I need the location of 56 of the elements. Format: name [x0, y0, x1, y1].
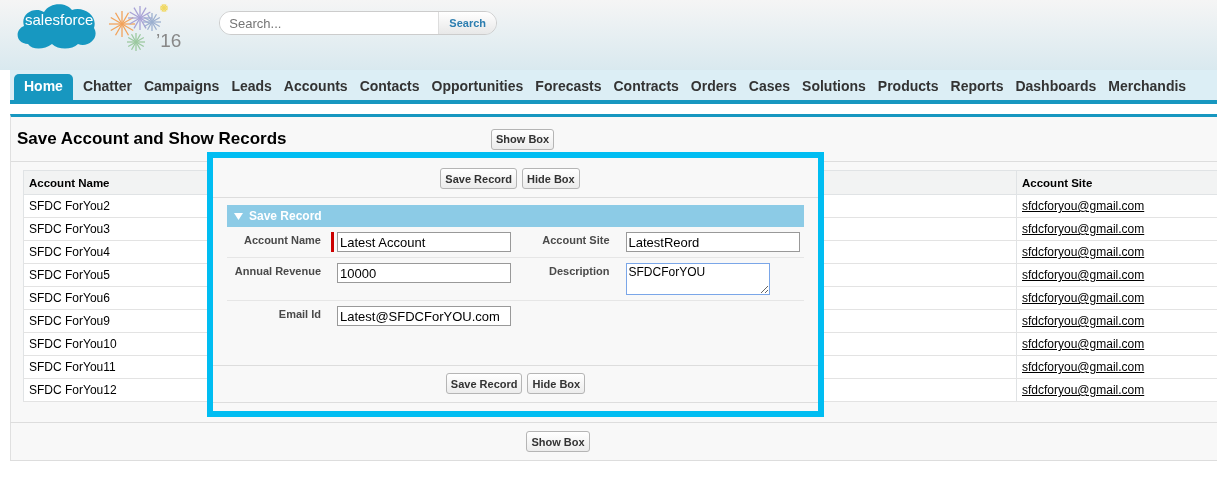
nav-tab[interactable]: Leads — [225, 74, 278, 100]
nav-tab[interactable]: Orders — [684, 74, 743, 100]
page-title: Save Account and Show Records — [17, 129, 288, 149]
email-link[interactable]: sfdcforyou@gmail.com — [1022, 314, 1145, 328]
input-field[interactable]: 10000 — [337, 263, 511, 283]
email-link[interactable]: sfdcforyou@gmail.com — [1022, 245, 1145, 259]
nav-tab[interactable]: Products — [871, 74, 945, 100]
table-cell: SFDC ForYou12 — [29, 383, 117, 397]
dialog-button[interactable]: Save Record — [445, 373, 523, 394]
email-link[interactable]: sfdcforyou@gmail.com — [1022, 222, 1145, 236]
field-label: Annual Revenue — [233, 264, 321, 277]
column-header: Account Site — [1016, 170, 1217, 195]
nav-tab[interactable]: Contacts — [353, 74, 426, 100]
input-field[interactable]: LatestReord — [625, 232, 800, 252]
input-field[interactable]: Latest Account — [337, 232, 511, 252]
field-label: Account Name — [242, 233, 321, 246]
dialog-button[interactable]: Hide Box — [522, 168, 580, 189]
email-link[interactable]: sfdcforyou@gmail.com — [1022, 360, 1145, 374]
column-header: Account Name — [23, 170, 206, 195]
nav-tab[interactable]: Contracts — [607, 74, 685, 100]
show-box-button[interactable]: Show Box — [491, 128, 555, 150]
nav-tab[interactable]: Cases — [742, 74, 797, 100]
input-field[interactable]: Latest@SFDCForYOU.com — [337, 306, 511, 326]
logo-text: salesforce — [25, 11, 94, 28]
nav-tab[interactable]: Chatter — [76, 74, 138, 100]
section-title: Save Record — [249, 209, 322, 223]
table-cell: SFDC ForYou5 — [29, 268, 110, 282]
table-cell: SFDC ForYou9 — [29, 314, 110, 328]
nav-tab[interactable]: Accounts — [277, 74, 354, 100]
table-cell: SFDC ForYou4 — [29, 245, 110, 259]
table-cell: SFDC ForYou6 — [29, 291, 110, 305]
nav-tab[interactable]: Forecasts — [529, 74, 608, 100]
show-box-button[interactable]: Show Box — [526, 431, 590, 452]
triangle-icon — [234, 212, 243, 220]
nav-tab[interactable]: Campaigns — [137, 74, 226, 100]
nav-tab[interactable]: Merchandis — [1102, 74, 1193, 100]
text-area[interactable]: SFDCForYOU — [625, 263, 770, 295]
dialog-button[interactable]: Save Record — [440, 168, 517, 189]
nav-tab[interactable]: Dashboards — [1009, 74, 1103, 100]
field-label: Description — [548, 264, 610, 277]
nav-tab[interactable]: Solutions — [796, 74, 872, 100]
nav-tab[interactable]: Opportunities — [425, 74, 530, 100]
table-cell: SFDC ForYou3 — [29, 222, 110, 236]
email-link[interactable]: sfdcforyou@gmail.com — [1022, 268, 1145, 282]
table-cell: SFDC ForYou2 — [29, 199, 110, 213]
nav-tab[interactable]: Reports — [944, 74, 1010, 100]
email-link[interactable]: sfdcforyou@gmail.com — [1022, 383, 1145, 397]
table-cell: SFDC ForYou11 — [29, 360, 116, 374]
email-link[interactable]: sfdcforyou@gmail.com — [1022, 291, 1145, 305]
email-link[interactable]: sfdcforyou@gmail.com — [1022, 199, 1145, 213]
email-link[interactable]: sfdcforyou@gmail.com — [1022, 337, 1145, 351]
field-label: Email Id — [277, 307, 321, 320]
table-cell: SFDC ForYou10 — [29, 337, 117, 351]
field-label: Account Site — [541, 233, 610, 246]
dialog-button[interactable]: Hide Box — [527, 373, 586, 394]
year-text: ’16 — [156, 30, 182, 52]
